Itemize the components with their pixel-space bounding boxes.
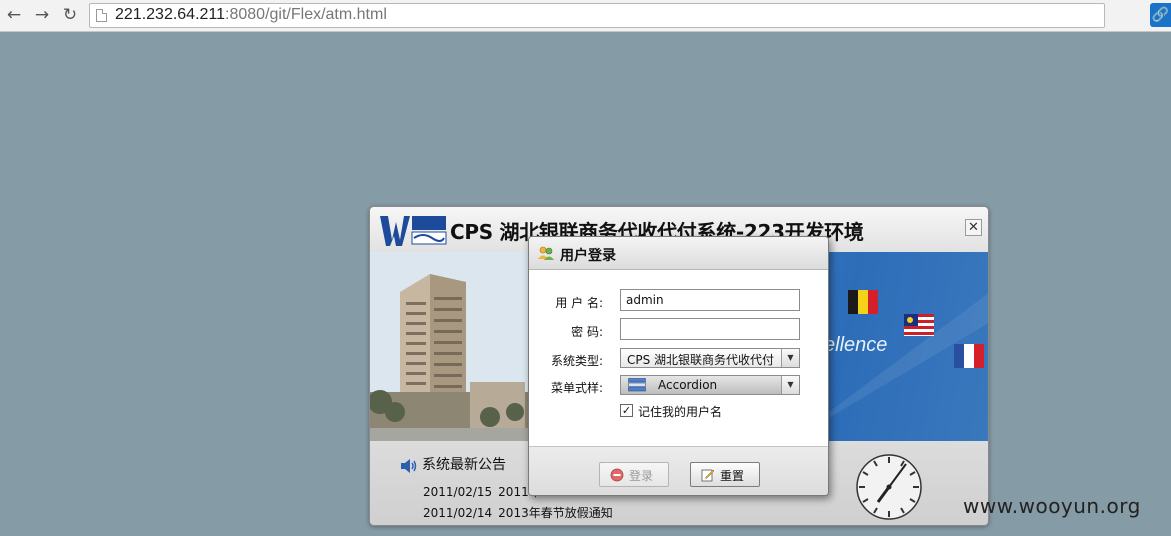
login-button-label: 登录 [629,469,654,483]
login-dialog-header[interactable]: 用户登录 [529,237,828,270]
watermark: www.wooyun.org [963,494,1141,518]
forward-arrow-icon[interactable]: → [31,4,53,26]
close-icon[interactable]: ✕ [965,219,982,236]
notice-item[interactable]: 2011/02/14 2013年春节放假通知 [423,504,613,521]
notice-item[interactable]: 2011/02/15 2011年 [423,483,541,500]
stop-icon [610,468,624,482]
flag-france [954,344,984,368]
notice-text: 2013年春节放假通知 [498,506,613,520]
login-button[interactable]: 登录 [599,462,669,487]
banner-slogan: ellence [824,334,888,356]
login-dialog-footer: 登录 重置 [529,446,828,495]
chevron-down-icon[interactable]: ▼ [781,376,799,394]
password-label: 密 码: [571,325,603,339]
remember-label: 记住我的用户名 [638,405,723,419]
menu-style-select[interactable]: Accordion ▼ [620,375,800,395]
menu-style-label: 菜单式样: [550,381,603,395]
accordion-icon [628,378,646,392]
edit-icon [701,469,715,482]
password-input[interactable] [620,318,800,340]
flag-belgium [848,290,878,314]
login-form: 用 户 名: 密 码: 系统类型: CPS 湖北银联商务代收代付 ▼ 菜单式样:… [529,270,828,446]
menu-style-value: Accordion [658,378,718,392]
address-bar[interactable]: 221.232.64.211:8080/git/Flex/atm.html [89,3,1105,28]
system-type-value: CPS 湖北银联商务代收代付 [627,353,775,367]
notice-date: 2011/02/15 [423,485,493,499]
page-icon [96,9,107,22]
reset-button-label: 重置 [720,469,745,483]
login-title: 用户登录 [560,248,616,264]
notice-title: 系统最新公告 [422,457,506,473]
extension-icon[interactable]: 🔗 [1150,3,1171,27]
remember-checkbox[interactable]: ✓ [620,404,633,417]
reload-icon[interactable]: ↻ [59,4,81,26]
back-arrow-icon[interactable]: ← [3,4,25,26]
chevron-down-icon[interactable]: ▼ [781,349,799,367]
system-type-label: 系统类型: [550,354,603,368]
clock-icon [856,454,922,520]
flag-malaysia [904,314,934,336]
system-type-select[interactable]: CPS 湖北银联商务代收代付 ▼ [620,348,800,368]
login-dialog: 用户登录 用 户 名: 密 码: 系统类型: CPS 湖北银联商务代收代付 ▼ … [528,236,829,496]
username-label: 用 户 名: [555,296,603,310]
speaker-icon [401,459,417,473]
chinaums-logo [380,216,447,246]
username-input[interactable] [620,289,800,311]
reset-button[interactable]: 重置 [690,462,760,487]
browser-toolbar: ← → ↻ 221.232.64.211:8080/git/Flex/atm.h… [0,0,1171,32]
notice-date: 2011/02/14 [423,506,493,520]
users-icon [538,246,554,260]
url-text: 221.232.64.211:8080/git/Flex/atm.html [115,6,387,23]
